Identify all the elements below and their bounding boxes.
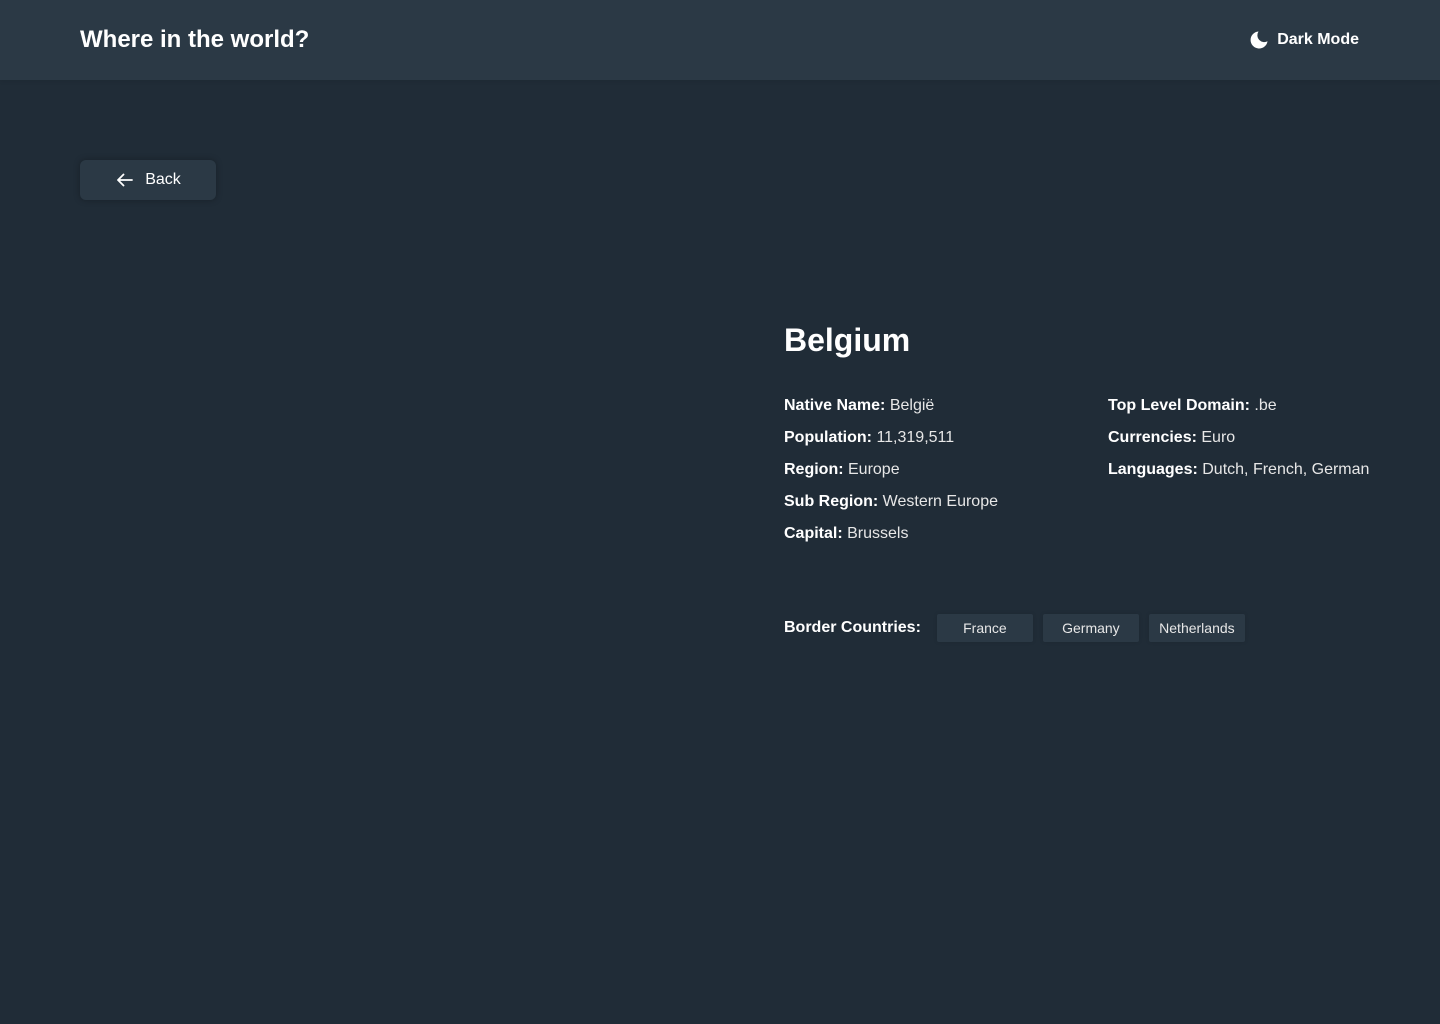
arrow-left-icon (115, 170, 135, 190)
detail-top-level-domain: Top Level Domain: .be (1108, 390, 1369, 422)
dark-mode-toggle[interactable]: Dark Mode (1249, 28, 1359, 52)
border-countries: Border Countries: France Germany Netherl… (784, 613, 1255, 643)
detail-label: Capital: (784, 525, 843, 542)
detail-label: Region: (784, 461, 844, 478)
border-country-button[interactable]: Netherlands (1148, 614, 1245, 642)
detail-population: Population: 11,319,511 (784, 422, 998, 454)
detail-capital: Capital: Brussels (784, 518, 998, 550)
detail-region: Region: Europe (784, 454, 998, 486)
back-label: Back (145, 171, 181, 188)
detail-sub-region: Sub Region: Western Europe (784, 486, 998, 518)
detail-label: Sub Region: (784, 493, 879, 510)
detail-languages: Languages: Dutch, French, German (1108, 454, 1369, 486)
back-button[interactable]: Back (80, 160, 216, 200)
detail-label: Native Name: (784, 397, 886, 414)
detail-value: 11,319,511 (876, 429, 955, 446)
detail-native-name: Native Name: België (784, 390, 998, 422)
site-title: Where in the world? (80, 26, 310, 53)
country-name: Belgium (784, 322, 911, 358)
detail-currencies: Currencies: Euro (1108, 422, 1369, 454)
detail-value: Euro (1201, 429, 1236, 446)
detail-value: België (889, 397, 935, 414)
detail-label: Population: (784, 429, 872, 446)
border-country-button[interactable]: Germany (1042, 614, 1139, 642)
detail-label: Currencies: (1108, 429, 1197, 446)
border-country-button[interactable]: France (936, 614, 1033, 642)
details-primary: Native Name: België Population: 11,319,5… (784, 390, 998, 550)
detail-value: Western Europe (882, 493, 998, 510)
border-countries-label: Border Countries: (784, 619, 921, 636)
detail-label: Languages: (1108, 461, 1198, 478)
detail-value: Dutch, French, German (1202, 461, 1370, 478)
dark-mode-label: Dark Mode (1277, 31, 1359, 48)
app-header: Where in the world? Dark Mode (0, 0, 1440, 80)
detail-value: Brussels (847, 525, 909, 542)
detail-value: .be (1254, 397, 1277, 414)
moon-icon (1249, 30, 1269, 50)
detail-label: Top Level Domain: (1108, 397, 1250, 414)
detail-value: Europe (848, 461, 900, 478)
details-secondary: Top Level Domain: .be Currencies: Euro L… (1108, 390, 1369, 486)
